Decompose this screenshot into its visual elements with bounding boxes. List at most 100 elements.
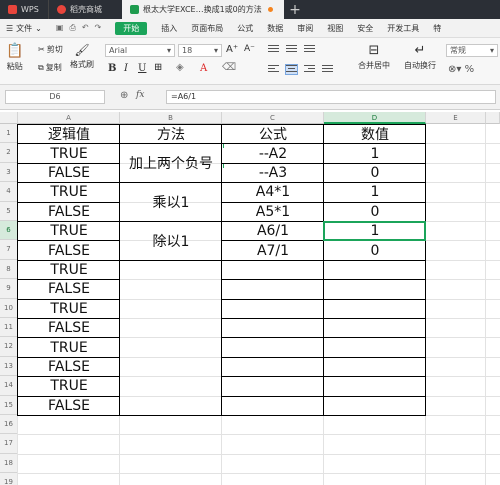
cell-a10[interactable]: TRUE bbox=[18, 300, 120, 318]
column-header-c[interactable]: C bbox=[222, 112, 324, 124]
border-icon[interactable]: ⊞ bbox=[154, 62, 162, 73]
row-header-10[interactable]: 10 bbox=[0, 298, 18, 318]
menu-security[interactable]: 安全 bbox=[357, 23, 373, 34]
cell-c6[interactable]: A6/1 bbox=[222, 222, 324, 240]
cell-a13[interactable]: FALSE bbox=[18, 358, 120, 376]
row-header-2[interactable]: 2 bbox=[0, 143, 18, 163]
row-header-19[interactable]: 19 bbox=[0, 473, 18, 485]
font-name-select[interactable]: Arial ▾ bbox=[105, 44, 175, 57]
currency-icon[interactable]: ⊗▾ % bbox=[448, 64, 474, 75]
cell-a14[interactable]: TRUE bbox=[18, 377, 120, 395]
tab-wps[interactable]: WPS bbox=[0, 0, 48, 19]
row-header-15[interactable]: 15 bbox=[0, 395, 18, 415]
cell-b6-merged[interactable]: 除以1 bbox=[120, 222, 222, 260]
row-header-8[interactable]: 8 bbox=[0, 259, 18, 280]
row-header-13[interactable]: 13 bbox=[0, 356, 18, 377]
save-icon[interactable]: ▣ bbox=[56, 23, 64, 33]
cell-a5[interactable]: FALSE bbox=[18, 203, 120, 221]
row-header-6[interactable]: 6 bbox=[0, 221, 18, 241]
menu-formulas[interactable]: 公式 bbox=[237, 23, 253, 34]
spreadsheet-grid[interactable]: A B C D E 1 2 3 4 5 6 7 8 9 10 11 12 13 14 15 16 17 18 19 逻辑值 方法公… bbox=[0, 112, 500, 485]
cell-a15[interactable]: FALSE bbox=[18, 397, 120, 415]
italic-icon[interactable]: I bbox=[124, 63, 128, 74]
cell-c7[interactable]: A7/1 bbox=[222, 241, 324, 259]
cell-a8[interactable]: TRUE bbox=[18, 261, 120, 279]
row-header-5[interactable]: 5 bbox=[0, 201, 18, 221]
cell-c2[interactable]: --A2 bbox=[222, 144, 324, 162]
cell-d7[interactable]: 0 bbox=[324, 241, 426, 259]
select-all-corner[interactable] bbox=[0, 112, 18, 124]
cell-c4[interactable]: A4*1 bbox=[222, 183, 324, 201]
row-header-17[interactable]: 17 bbox=[0, 434, 18, 454]
font-size-select[interactable]: 18 ▾ bbox=[178, 44, 222, 57]
column-header-a[interactable]: A bbox=[18, 112, 120, 124]
cell-b2-merged[interactable]: 加上两个负号 bbox=[120, 144, 222, 182]
shrink-font-icon[interactable]: A⁻ bbox=[244, 44, 255, 54]
copy-button[interactable]: ⧉ 复制 bbox=[38, 62, 62, 73]
menu-start[interactable]: 开始 bbox=[115, 21, 148, 35]
align-center-icon[interactable] bbox=[285, 64, 298, 75]
cell-b1[interactable]: 方法 bbox=[120, 125, 222, 143]
align-right-icon[interactable] bbox=[304, 65, 315, 74]
cell-a4[interactable]: TRUE bbox=[18, 183, 120, 201]
align-left-icon[interactable] bbox=[268, 65, 279, 74]
fill-color-icon[interactable]: ◈ bbox=[176, 62, 184, 73]
redo-icon[interactable]: ↷ bbox=[95, 23, 102, 33]
column-header-b[interactable]: B bbox=[120, 112, 222, 124]
row-header-18[interactable]: 18 bbox=[0, 453, 18, 474]
column-header-e[interactable]: E bbox=[426, 112, 486, 124]
cell-a2[interactable]: TRUE bbox=[18, 144, 120, 162]
underline-icon[interactable]: U bbox=[138, 63, 146, 74]
cell-a1[interactable]: 逻辑值 bbox=[18, 125, 120, 143]
cell-d1[interactable]: 数值 bbox=[324, 125, 426, 143]
row-header-3[interactable]: 3 bbox=[0, 162, 18, 183]
tab-store[interactable]: 稻壳商城 bbox=[48, 0, 122, 19]
cell-a3[interactable]: FALSE bbox=[18, 164, 120, 182]
wrap-text-button[interactable]: ↵ 自动换行 bbox=[404, 43, 436, 71]
formula-input[interactable]: =A6/1 bbox=[166, 90, 496, 104]
new-tab-button[interactable]: + bbox=[284, 0, 306, 19]
tab-document[interactable]: 根太大学EXCE…换成1或0的方法 bbox=[122, 0, 284, 19]
cell-a7[interactable]: FALSE bbox=[18, 241, 120, 259]
row-header-1[interactable]: 1 bbox=[0, 124, 18, 144]
format-painter-button[interactable]: 🖌 格式刷 bbox=[70, 43, 94, 70]
grow-font-icon[interactable]: A⁺ bbox=[226, 44, 238, 55]
undo-icon[interactable]: ↶ bbox=[82, 23, 89, 33]
menu-insert[interactable]: 插入 bbox=[161, 23, 177, 34]
menu-data[interactable]: 数据 bbox=[267, 23, 283, 34]
cell-a6[interactable]: TRUE bbox=[18, 222, 120, 240]
row-header-14[interactable]: 14 bbox=[0, 376, 18, 396]
cell-a12[interactable]: TRUE bbox=[18, 338, 120, 356]
zoom-icon[interactable]: ⊕ bbox=[120, 90, 128, 101]
row-header-11[interactable]: 11 bbox=[0, 318, 18, 338]
row-header-4[interactable]: 4 bbox=[0, 182, 18, 202]
cell-d5[interactable]: 0 bbox=[324, 203, 426, 221]
menu-view[interactable]: 视图 bbox=[327, 23, 343, 34]
cell-d3[interactable]: 0 bbox=[324, 164, 426, 182]
menu-special[interactable]: 特 bbox=[433, 23, 441, 34]
menu-developer[interactable]: 开发工具 bbox=[387, 23, 419, 34]
cell-a9[interactable]: FALSE bbox=[18, 280, 120, 298]
number-format-select[interactable]: 常规 ▾ bbox=[446, 44, 498, 57]
cell-c3[interactable]: --A3 bbox=[222, 164, 324, 182]
align-top-icon[interactable] bbox=[268, 45, 279, 54]
menu-review[interactable]: 审阅 bbox=[297, 23, 313, 34]
clear-icon[interactable]: ⌫ bbox=[222, 62, 236, 73]
justify-icon[interactable] bbox=[322, 65, 333, 74]
cut-button[interactable]: ✂ 剪切 bbox=[38, 44, 63, 55]
align-bottom-icon[interactable] bbox=[304, 45, 315, 54]
print-icon[interactable]: ⎙ bbox=[69, 23, 75, 33]
font-color-icon[interactable]: A bbox=[200, 63, 207, 74]
merge-center-button[interactable]: ⊟ 合并居中 bbox=[358, 43, 390, 71]
column-header-d[interactable]: D bbox=[324, 112, 426, 124]
cell-c5[interactable]: A5*1 bbox=[222, 203, 324, 221]
row-header-16[interactable]: 16 bbox=[0, 415, 18, 435]
row-header-12[interactable]: 12 bbox=[0, 337, 18, 357]
cell-c1[interactable]: 公式 bbox=[222, 125, 324, 143]
menu-page-layout[interactable]: 页面布局 bbox=[191, 23, 223, 34]
bold-icon[interactable]: B bbox=[108, 63, 116, 74]
fx-icon[interactable]: fx bbox=[136, 90, 144, 100]
cell-b4-merged[interactable]: 乘以1 bbox=[120, 183, 222, 221]
cell-d2[interactable]: 1 bbox=[324, 144, 426, 162]
cell-b8-merged[interactable] bbox=[120, 261, 222, 415]
